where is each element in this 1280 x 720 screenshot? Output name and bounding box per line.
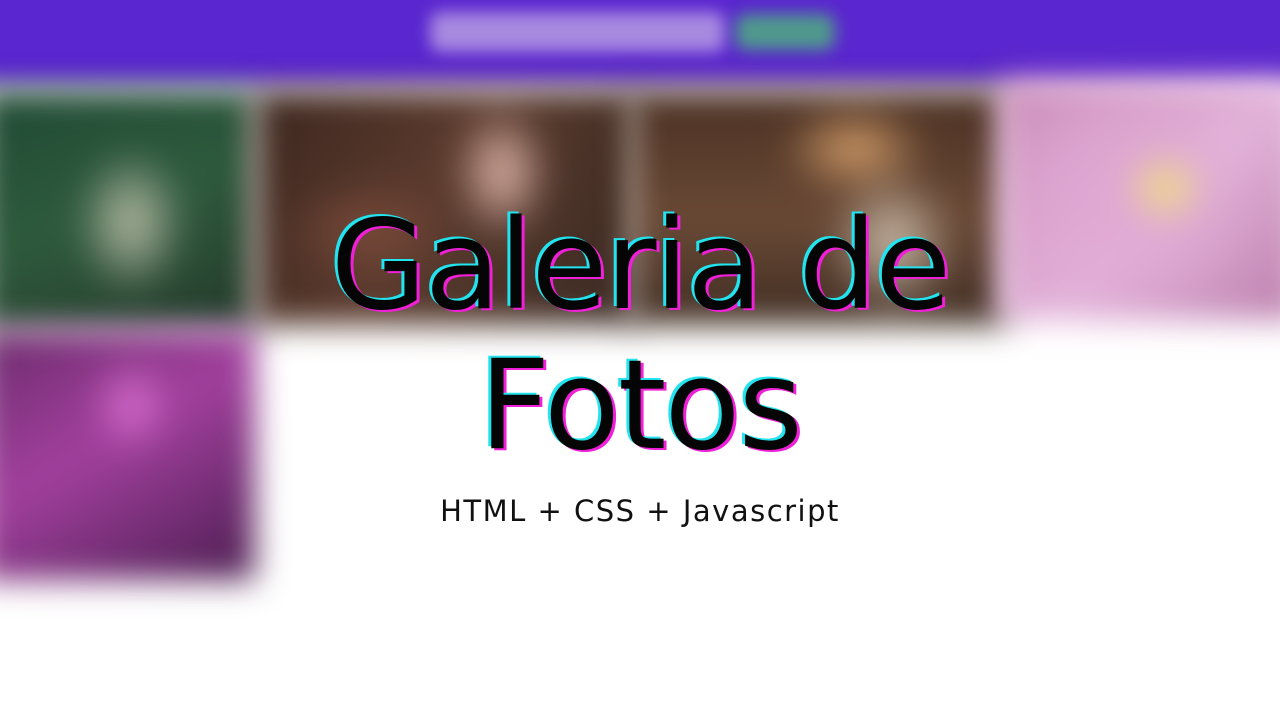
title-line-1: Galeria de xyxy=(330,194,952,338)
blurred-search-input xyxy=(430,12,725,52)
page-title: Galeria de Fotos xyxy=(190,196,1090,476)
page-subtitle: HTML + CSS + Javascript xyxy=(440,494,840,528)
blurred-search-button xyxy=(735,14,835,50)
title-line-2: Fotos xyxy=(479,334,803,478)
